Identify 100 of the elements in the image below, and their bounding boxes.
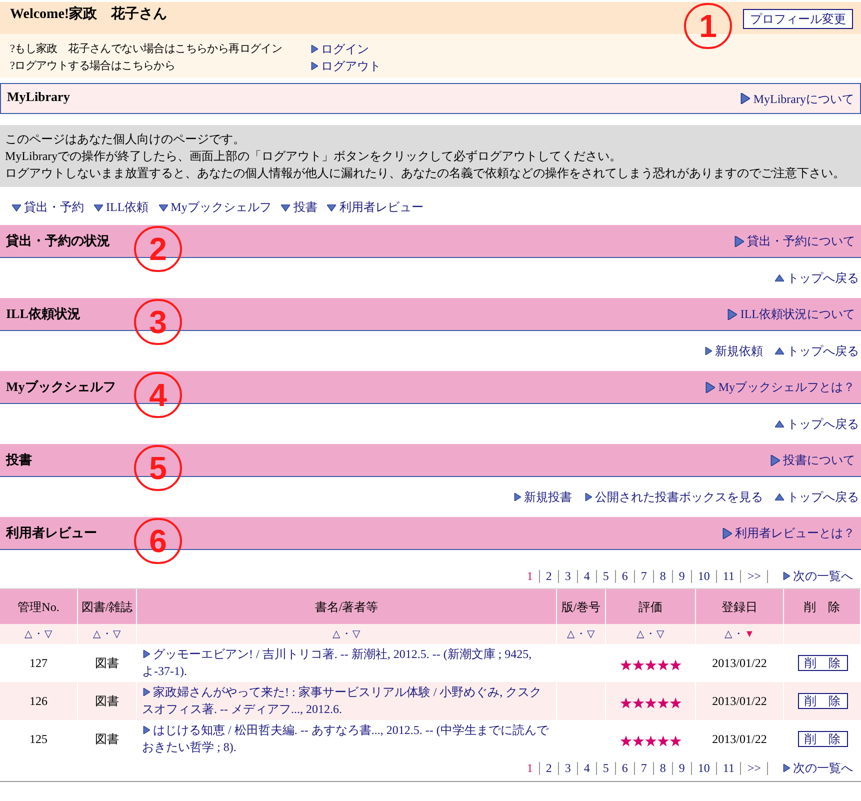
page-link[interactable]: 10 bbox=[692, 570, 717, 582]
triangle-down-icon bbox=[12, 202, 21, 212]
triangle-right-icon bbox=[739, 93, 750, 104]
link[interactable]: ログイン bbox=[310, 40, 369, 57]
page-link[interactable]: 10 bbox=[692, 762, 717, 774]
link[interactable]: ILL依頼 bbox=[94, 198, 149, 216]
sort-ascending[interactable]: △ bbox=[332, 626, 340, 642]
welcome-text: Welcome!家政 花子さん bbox=[10, 4, 168, 24]
link[interactable]: 新規依頼 bbox=[704, 342, 763, 360]
sort-ascending[interactable]: △ bbox=[724, 626, 733, 642]
triangle-right-icon bbox=[782, 764, 790, 772]
link[interactable]: Myブックシェルフとは？ bbox=[704, 378, 855, 396]
link[interactable]: 次の一覧へ bbox=[782, 567, 853, 585]
triangle-right-icon bbox=[513, 493, 521, 501]
page-link[interactable]: 11 bbox=[716, 762, 742, 774]
page-link[interactable]: 2 bbox=[540, 762, 559, 774]
triangle-right-icon bbox=[704, 347, 712, 355]
notice-text: ログアウトしないまま放置すると、あなたの個人情報が他人に漏れたり、あなたの名義で依頼などの操作をされてしまう恐れがありますのでご注意下さい。 bbox=[5, 165, 846, 182]
sort-descending[interactable]: ▽ bbox=[113, 626, 121, 642]
link[interactable]: ILL依頼状況について bbox=[726, 305, 855, 323]
page-link[interactable]: 1 bbox=[520, 570, 540, 582]
title-link[interactable]: 家政婦さんがやって来た! : 家事サービスリアル体験 / 小野めぐみ, クスクスオフィス著. -- メディアフ..., 2012.6. bbox=[142, 684, 551, 718]
title-link[interactable]: はじける知恵 / 松田哲夫編. -- あすなろ書..., 2012.5. -- (中学生までに読んでおきたい哲学 ; 8). bbox=[142, 722, 551, 756]
page-link[interactable]: 4 bbox=[578, 762, 597, 774]
triangle-right-icon bbox=[584, 493, 592, 501]
page-link[interactable]: 3 bbox=[558, 762, 578, 774]
section-title: ILL依頼状況 bbox=[6, 305, 80, 323]
link[interactable]: 投書 bbox=[281, 198, 318, 216]
page-link[interactable]: >> bbox=[741, 570, 768, 582]
page-link[interactable]: 6 bbox=[616, 762, 635, 774]
separator-dot: ・ bbox=[101, 628, 113, 642]
page-link[interactable]: 9 bbox=[672, 570, 692, 582]
section-title: 利用者レビュー bbox=[6, 524, 97, 542]
page-link[interactable]: 9 bbox=[672, 762, 692, 774]
sort-ascending[interactable]: △ bbox=[636, 626, 644, 642]
separator-dot: ・ bbox=[340, 628, 352, 642]
triangle-right-icon bbox=[310, 44, 318, 52]
page-link[interactable]: 11 bbox=[716, 570, 742, 582]
sort-descending[interactable]: ▽ bbox=[352, 626, 360, 642]
title-link[interactable]: グッモーエビアン! / 吉川トリコ著. -- 新潮社, 2012.5. -- (新潮文庫 ; 9425, よ-37-1). bbox=[142, 646, 551, 680]
link[interactable]: 貸出・予約 bbox=[12, 198, 84, 216]
link[interactable]: MyLibraryについて bbox=[739, 90, 854, 108]
link[interactable]: 投書について bbox=[769, 451, 855, 469]
sort-ascending[interactable]: △ bbox=[567, 626, 575, 642]
sort-descending[interactable]: ▽ bbox=[587, 626, 595, 642]
delete-button[interactable]: 削 除 bbox=[798, 731, 848, 747]
separator-dot: ・ bbox=[644, 628, 656, 642]
triangle-right-icon bbox=[310, 62, 318, 70]
sort-ascending[interactable]: △ bbox=[24, 626, 32, 642]
table-cell-text: 2013/01/22 bbox=[712, 731, 767, 748]
section-title: Myブックシェルフ bbox=[6, 378, 116, 396]
delete-button[interactable]: 削 除 bbox=[798, 693, 848, 709]
table-cell-text: 125 bbox=[30, 731, 48, 748]
profile-button[interactable]: プロフィール変更 bbox=[743, 9, 853, 29]
triangle-right-icon bbox=[721, 528, 732, 538]
page-link[interactable]: 4 bbox=[578, 570, 597, 582]
page-link[interactable]: 7 bbox=[634, 570, 654, 582]
page-link[interactable]: 7 bbox=[634, 762, 654, 774]
link[interactable]: トップへ戻る bbox=[775, 269, 859, 287]
separator-dot: ・ bbox=[32, 628, 44, 642]
link[interactable]: 貸出・予約について bbox=[733, 232, 855, 250]
sort-ascending[interactable]: △ bbox=[93, 626, 101, 642]
link[interactable]: トップへ戻る bbox=[775, 342, 859, 360]
link[interactable]: 次の一覧へ bbox=[782, 759, 853, 777]
notice-text: MyLibraryでの操作が終了したら、画面上部の「ログアウト」ボタンをクリックして必ずログアウトしてください。 bbox=[5, 148, 623, 165]
page-link[interactable]: 1 bbox=[520, 762, 540, 774]
link[interactable]: ログアウト bbox=[310, 57, 381, 74]
page-link[interactable]: 6 bbox=[616, 570, 635, 582]
page-link[interactable]: 5 bbox=[596, 570, 616, 582]
table-cell-text: 図書 bbox=[95, 655, 119, 672]
triangle-up-icon bbox=[775, 274, 784, 282]
link[interactable]: 新規投書 bbox=[513, 488, 572, 506]
link[interactable]: トップへ戻る bbox=[775, 415, 859, 433]
sort-descending[interactable]: ▽ bbox=[44, 626, 52, 642]
page-link[interactable]: 2 bbox=[540, 570, 559, 582]
separator-dot: ・ bbox=[732, 628, 745, 642]
page-link[interactable]: 8 bbox=[654, 762, 673, 774]
page-link[interactable]: 3 bbox=[558, 570, 578, 582]
table-cell-text: 図書 bbox=[95, 693, 119, 710]
table-cell-text: 図書 bbox=[95, 731, 119, 748]
link[interactable]: トップへ戻る bbox=[775, 488, 859, 506]
sort-descending[interactable]: ▽ bbox=[656, 626, 664, 642]
triangle-down-icon bbox=[94, 202, 103, 212]
page-link[interactable]: 5 bbox=[596, 762, 616, 774]
page-link[interactable]: 8 bbox=[654, 570, 673, 582]
triangle-down-icon bbox=[327, 202, 336, 212]
sort-descending[interactable]: ▼ bbox=[744, 626, 754, 642]
triangle-up-icon bbox=[775, 492, 784, 502]
delete-button[interactable]: 削 除 bbox=[798, 655, 848, 671]
link[interactable]: 利用者レビューとは？ bbox=[721, 524, 855, 542]
link[interactable]: 公開された投書ボックスを見る bbox=[584, 488, 763, 506]
link[interactable]: 利用者レビュー bbox=[327, 198, 424, 216]
triangle-up-icon bbox=[775, 346, 784, 356]
triangle-right-icon bbox=[782, 572, 790, 580]
login-note: ?ログアウトする場合はこちらから bbox=[10, 60, 176, 72]
page-link[interactable]: >> bbox=[741, 762, 768, 774]
separator-dot: ・ bbox=[575, 628, 587, 642]
notice-text: このページはあなた個人向けのページです。 bbox=[5, 131, 246, 148]
link[interactable]: Myブックシェルフ bbox=[158, 198, 272, 216]
section-title: 貸出・予約の状況 bbox=[6, 232, 110, 250]
